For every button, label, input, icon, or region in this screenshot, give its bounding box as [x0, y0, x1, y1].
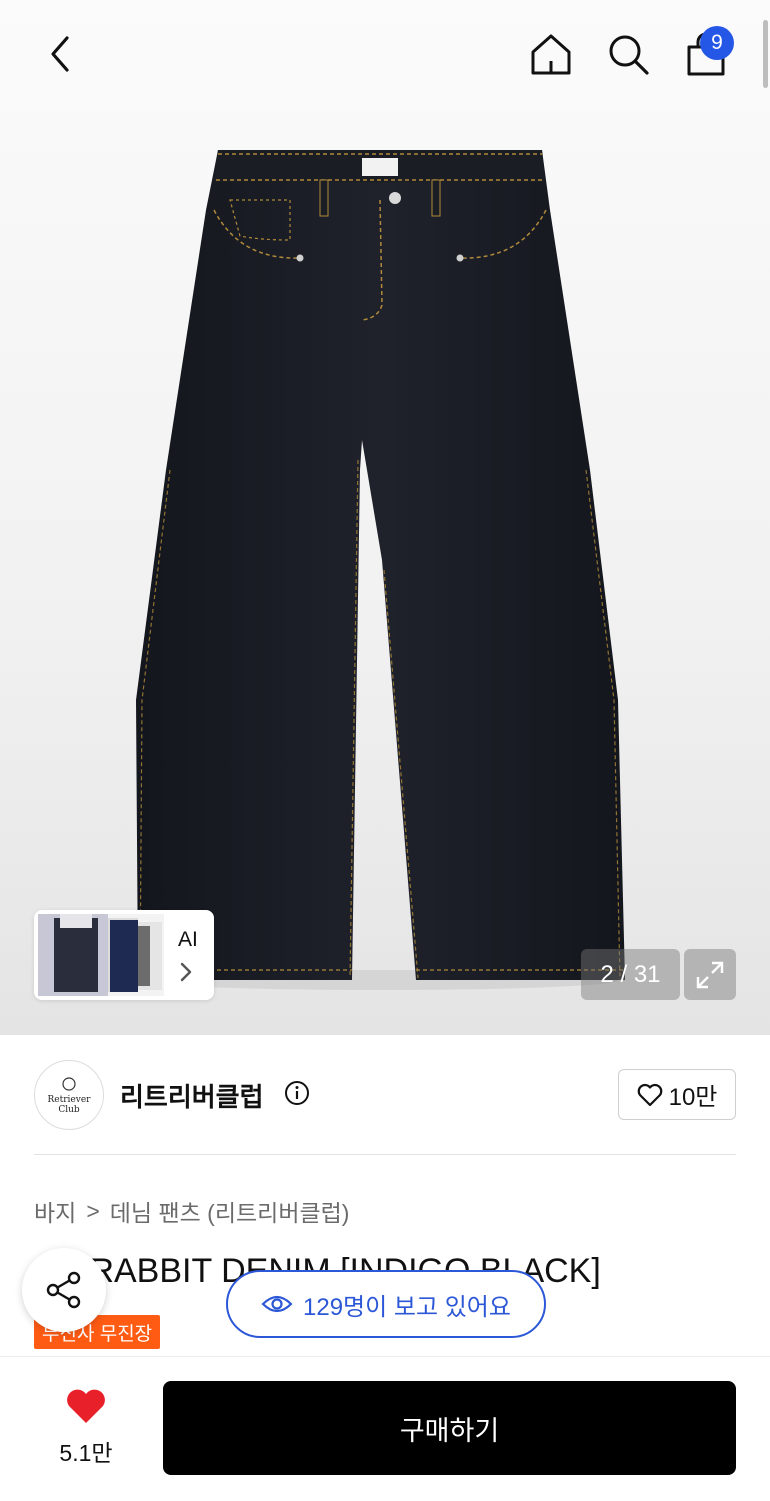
share-button[interactable] [22, 1248, 106, 1332]
heart-filled-icon [67, 1389, 105, 1423]
svg-text:Club: Club [58, 1105, 80, 1115]
ai-recommendation-card[interactable]: AI [34, 910, 214, 1000]
home-icon [531, 34, 571, 75]
product-image-gallery[interactable]: 9 AI 2 / 31 [0, 0, 770, 1035]
product-photo [136, 150, 625, 990]
search-button[interactable] [602, 28, 654, 80]
wishlist-count: 5.1만 [59, 1440, 113, 1466]
bottom-action-bar: 5.1만 구매하기 [0, 1356, 770, 1501]
heart-outline-icon [637, 1083, 662, 1106]
expand-button[interactable] [684, 949, 736, 1000]
share-icon [46, 1271, 81, 1309]
svg-text:Retriever: Retriever [48, 1095, 92, 1105]
home-button[interactable] [525, 28, 577, 80]
cart-count-badge: 9 [700, 26, 734, 60]
back-icon [51, 36, 69, 72]
viewers-text: 129명이 보고 있어요 [303, 1293, 511, 1321]
back-button[interactable] [34, 28, 86, 80]
brand-logo[interactable]: Retriever Club [34, 1060, 104, 1130]
ai-thumbnails [38, 914, 164, 996]
info-icon[interactable] [284, 1080, 310, 1106]
viewers-pill: 129명이 보고 있어요 [226, 1270, 546, 1338]
eye-icon [261, 1295, 293, 1313]
divider [34, 1154, 736, 1155]
wishlist-button[interactable]: 5.1만 [50, 1387, 122, 1468]
ai-label: AI [178, 928, 198, 951]
brand-name[interactable]: 리트리버클럽 [120, 1077, 264, 1114]
brand-like-button[interactable]: 10만 [618, 1069, 736, 1120]
breadcrumb: 바지 > 데님 팬츠 (리트리버클럽) [34, 1194, 349, 1228]
brand-like-count: 10만 [668, 1084, 718, 1111]
chevron-right-icon [180, 962, 192, 982]
breadcrumb-subcategory[interactable]: 데님 팬츠 (리트리버클럽) [110, 1194, 350, 1228]
breadcrumb-category[interactable]: 바지 [34, 1194, 76, 1228]
scrollbar[interactable] [763, 20, 768, 88]
buy-button[interactable]: 구매하기 [163, 1381, 736, 1475]
brand-logo-mark: Retriever Club [48, 1077, 92, 1115]
search-icon [609, 35, 649, 75]
image-counter: 2 / 31 [581, 949, 680, 1000]
expand-icon [696, 961, 724, 988]
breadcrumb-separator: > [86, 1197, 100, 1224]
